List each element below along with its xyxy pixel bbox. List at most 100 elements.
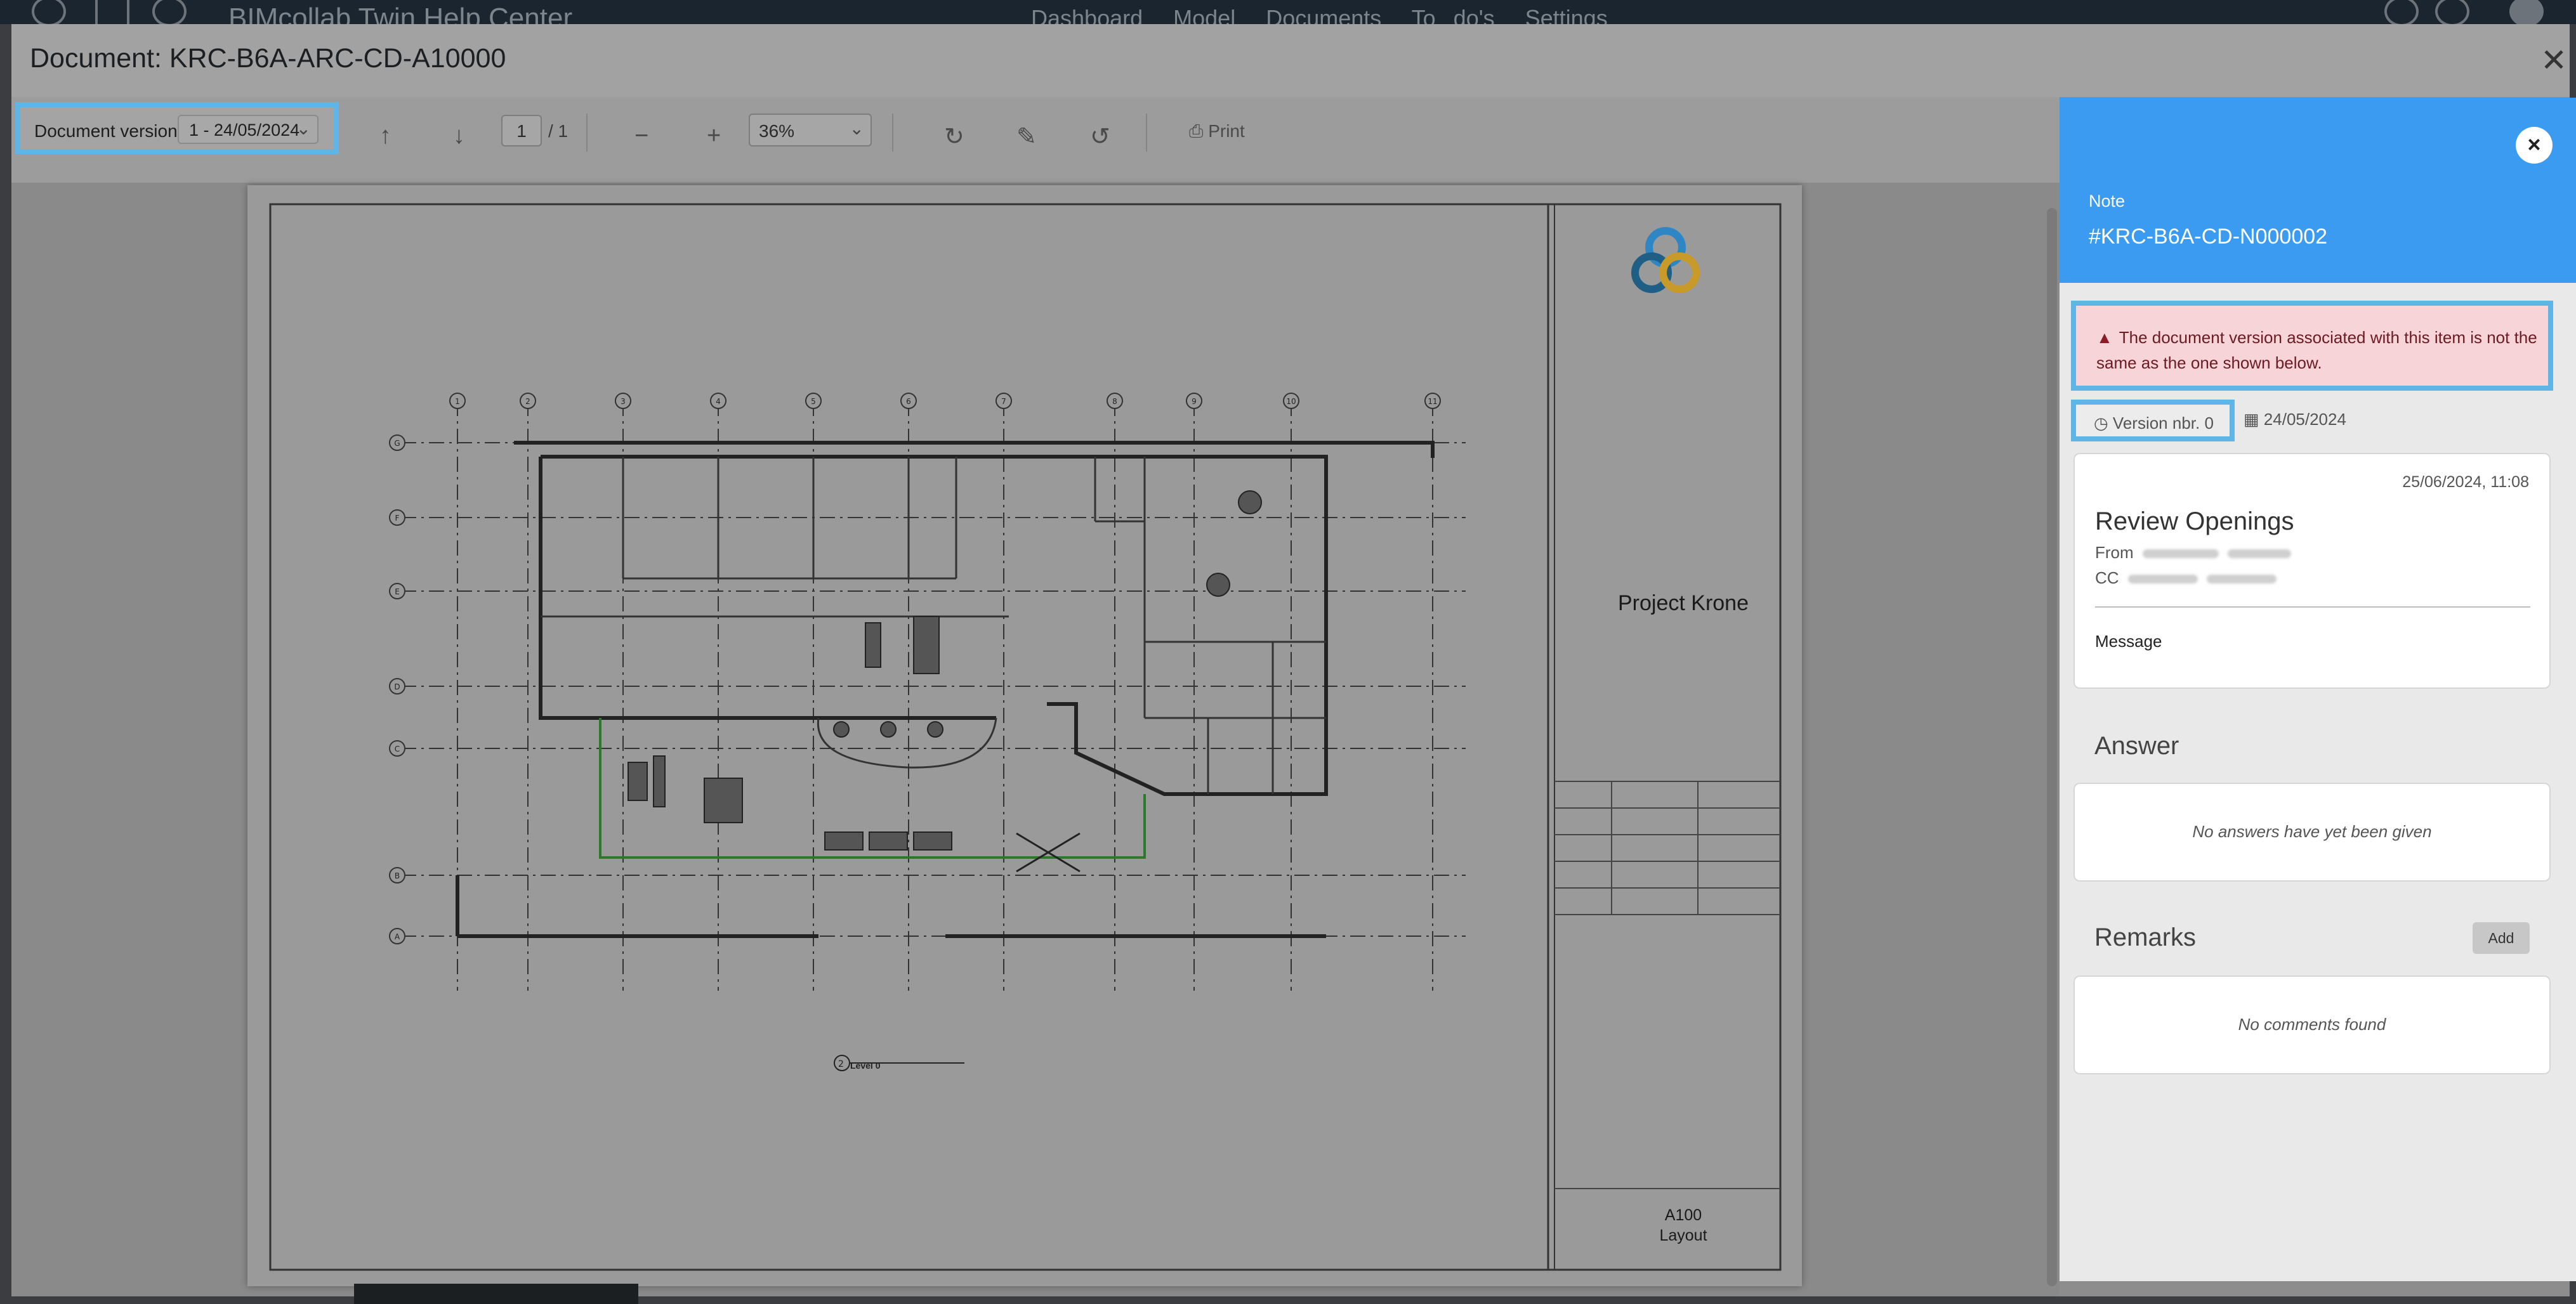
add-remark-button[interactable]: Add [2473, 922, 2530, 954]
grid-column-label: 8 [1112, 397, 1117, 406]
message-card: 25/06/2024, 11:08 Review Openings From C… [2073, 453, 2551, 689]
note-panel: × Note #KRC-B6A-CD-N000002 ▲ The document… [2060, 98, 2576, 1281]
background-bottom-tab [354, 1284, 638, 1304]
cc-value-redacted [2127, 575, 2198, 584]
grid-row-label: B [395, 871, 400, 880]
sheet-name: Layout [1659, 1227, 1707, 1244]
answer-heading: Answer [2094, 732, 2179, 760]
message-timestamp: 25/06/2024, 11:08 [2402, 473, 2529, 491]
from-label: From [2095, 543, 2134, 562]
cc-value-redacted [2206, 575, 2277, 584]
grid-column-label: 9 [1192, 397, 1197, 406]
grid-row-label: E [395, 587, 400, 596]
drawing-sheet: 2 1 2 3 4 5 6 7 8 9 10 11 G F E D C B A Project Krone Lev… [247, 185, 1802, 1286]
sheet-info: A100 Layout [1579, 1205, 1788, 1246]
grid-row-label: C [395, 745, 400, 753]
toolbar-divider [892, 114, 893, 152]
grid-row-label: D [394, 682, 400, 691]
pen-icon[interactable]: ✎ [1016, 122, 1037, 151]
viewer-scrollbar[interactable] [2047, 208, 2057, 1286]
project-name: Project Krone [1618, 591, 1749, 615]
version-warning: ▲ The document version associated with th… [2071, 301, 2553, 391]
note-header: × Note #KRC-B6A-CD-N000002 [2060, 98, 2576, 283]
print-button[interactable]: ⎙ Print [1189, 121, 1245, 142]
help-icon[interactable] [2435, 0, 2469, 24]
nav-settings[interactable]: Settings [1525, 5, 1608, 24]
remarks-empty-text: No comments found [2238, 1015, 2386, 1034]
nav-documents[interactable]: Documents [1266, 5, 1381, 24]
warning-icon: ▲ [2096, 328, 2113, 347]
grid-column-label: 5 [811, 397, 816, 406]
viewer-toolbar: Document version 1 - 24/05/2024 ⌄ ↑ ↓ 1 … [11, 97, 2060, 184]
grid-row-label: F [395, 514, 400, 523]
nav-todos[interactable]: To do's [1412, 5, 1495, 24]
project-logo [1631, 227, 1700, 293]
message-title: Review Openings [2095, 507, 2294, 535]
message-label: Message [2095, 632, 2162, 651]
rotate-icon[interactable]: ↻ [944, 122, 964, 151]
grid-column-label: 4 [716, 397, 721, 406]
grid-column-label: 10 [1286, 397, 1296, 406]
grid-column-label: 11 [1428, 397, 1437, 406]
printer-icon: ⎙ [1189, 121, 1209, 141]
note-type: Note [2089, 192, 2126, 211]
main-nav: Dashboard Model Documents To do's Settin… [1031, 5, 1620, 24]
grid-row-label: A [395, 932, 400, 941]
level-marker: 2 [838, 1059, 844, 1069]
grid-column-label: 3 [621, 397, 626, 406]
version-number: Version nbr. 0 [2112, 414, 2214, 433]
level-label: Level 0 [850, 1060, 881, 1071]
floor-plan-drawing: 2 1 2 3 4 5 6 7 8 9 10 11 G F E D C B A [269, 203, 1782, 1271]
version-date: 24/05/2024 [2263, 410, 2346, 429]
print-label: Print [1208, 121, 1245, 141]
undo-icon[interactable]: ↺ [1090, 122, 1110, 151]
document-version-dropdown[interactable]: 1 - 24/05/2024 ⌄ [178, 115, 319, 144]
answers-card: No answers have yet been given [2073, 783, 2551, 882]
calendar-icon: ▦ [2244, 410, 2264, 429]
document-version-label: Document version [34, 121, 178, 141]
nav-model[interactable]: Model [1173, 5, 1235, 24]
zoom-in-icon[interactable]: + [707, 122, 721, 150]
from-value-redacted [2142, 549, 2219, 559]
chevron-down-icon: ⌄ [296, 119, 311, 138]
modal-title: Document: KRC-B6A-ARC-CD-A10000 [30, 43, 506, 74]
page-total: / 1 [548, 121, 568, 141]
cc-label: CC [2095, 568, 2119, 587]
app-title: BIMcollab Twin Help Center [228, 3, 573, 24]
grid-column-label: 7 [1001, 397, 1006, 406]
grid-icon[interactable] [95, 0, 129, 24]
arrow-up-icon[interactable]: ↑ [379, 122, 391, 150]
toolbar-divider [1146, 114, 1147, 152]
note-id: #KRC-B6A-CD-N000002 [2089, 225, 2328, 249]
gear-icon[interactable] [2384, 0, 2419, 24]
grid-column-label: 6 [906, 397, 911, 406]
close-icon[interactable]: ✕ [2540, 42, 2567, 79]
document-version-value: 1 - 24/05/2024 [189, 121, 300, 140]
grid-column-label: 2 [525, 397, 530, 406]
grid-column-label: 1 [455, 397, 460, 406]
arrow-down-icon[interactable]: ↓ [453, 122, 465, 150]
avatar[interactable] [2509, 0, 2544, 24]
document-viewer: 2 1 2 3 4 5 6 7 8 9 10 11 G F E D C B A Project Krone Lev… [11, 183, 2060, 1296]
search-icon[interactable] [152, 0, 187, 24]
home-icon[interactable] [32, 0, 66, 24]
modal-header: Document: KRC-B6A-ARC-CD-A10000 ✕ [11, 24, 2570, 97]
version-badge: ◷ Version nbr. 0 [2071, 400, 2235, 441]
divider [2095, 606, 2530, 608]
grid-row-label: G [394, 439, 400, 448]
document-version-selector: Document version 1 - 24/05/2024 ⌄ [15, 102, 339, 154]
version-warning-text: The document version associated with thi… [2096, 328, 2537, 372]
from-value-redacted [2227, 549, 2291, 559]
answers-empty-text: No answers have yet been given [2192, 822, 2432, 841]
zoom-dropdown[interactable]: 36% ⌄ [749, 114, 872, 147]
zoom-out-icon[interactable]: − [634, 122, 648, 150]
clock-icon: ◷ [2094, 414, 2113, 433]
toolbar-divider [586, 114, 588, 152]
remarks-card: No comments found [2073, 975, 2551, 1074]
page-number-input[interactable]: 1 [501, 115, 542, 147]
chevron-down-icon: ⌄ [849, 119, 864, 138]
sheet-number: A100 [1664, 1206, 1702, 1224]
nav-dashboard[interactable]: Dashboard [1031, 5, 1143, 24]
app-top-bar: BIMcollab Twin Help Center Dashboard Mod… [0, 0, 2576, 24]
close-icon[interactable]: × [2516, 127, 2553, 164]
